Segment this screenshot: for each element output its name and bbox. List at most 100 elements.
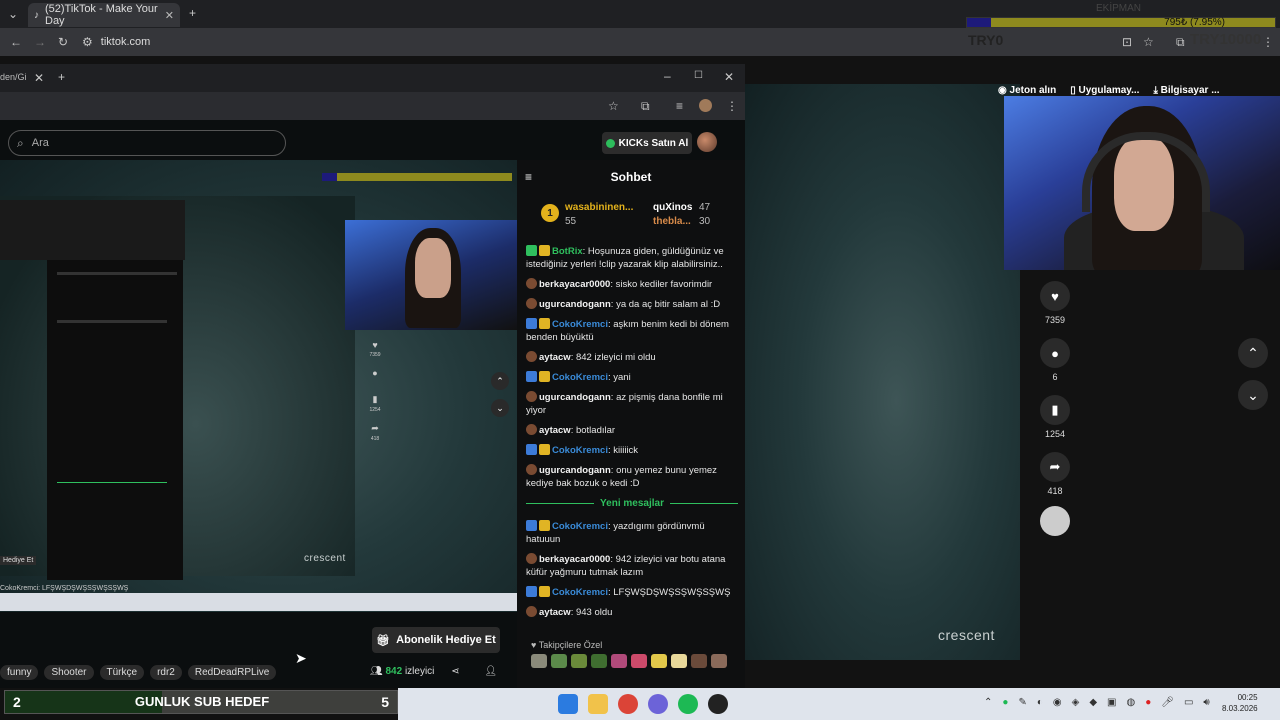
emote-icon[interactable] bbox=[711, 654, 727, 668]
tray-app-icon[interactable]: ◐ bbox=[1037, 697, 1043, 708]
save-button[interactable]: ▮ bbox=[1040, 395, 1070, 425]
emote-icon[interactable] bbox=[591, 654, 607, 668]
chat-message: CokoKremci: LFŞWŞDŞWŞSŞWŞSŞWŞ bbox=[526, 586, 738, 599]
chat-username[interactable]: CokoKremci bbox=[552, 587, 608, 598]
stream-tag[interactable]: RedDeadRPLive bbox=[187, 665, 277, 680]
emote-icon[interactable] bbox=[551, 654, 567, 668]
tray-app-icon[interactable]: ◍ bbox=[1126, 697, 1135, 708]
chat-username[interactable]: CokoKremci bbox=[552, 445, 608, 456]
tray-app-icon[interactable]: ● bbox=[1002, 697, 1008, 708]
taskbar-clock[interactable]: 00:25 8.03.2026 bbox=[1222, 692, 1258, 714]
second-place-user[interactable]: quXinos bbox=[653, 202, 692, 213]
emote-icon[interactable] bbox=[671, 654, 687, 668]
close-tab-icon[interactable]: ✕ bbox=[165, 9, 174, 22]
chat-username[interactable]: berkayacar0000 bbox=[539, 279, 610, 290]
chat-username[interactable]: aytacw bbox=[539, 607, 571, 618]
main-video[interactable] bbox=[745, 84, 1020, 660]
tray-app-icon[interactable]: ◆ bbox=[1089, 697, 1097, 708]
get-app-link[interactable]: ▯ Uygulamay... bbox=[1070, 85, 1139, 96]
inner-new-tab-icon[interactable]: + bbox=[58, 71, 65, 83]
get-coins-link[interactable]: ◉ Jeton alın bbox=[998, 85, 1056, 96]
pen-icon[interactable]: ✎ bbox=[1018, 697, 1026, 708]
address-field[interactable]: ⚙ tiktok.com bbox=[82, 32, 962, 52]
emote-icon[interactable] bbox=[631, 654, 647, 668]
file-explorer-icon[interactable] bbox=[588, 694, 608, 714]
tray-app-icon[interactable]: ▣ bbox=[1107, 697, 1116, 708]
emote-icon[interactable] bbox=[691, 654, 707, 668]
new-tab-icon[interactable]: + bbox=[189, 7, 196, 19]
start-icon[interactable] bbox=[558, 694, 578, 714]
pc-app-link[interactable]: ⤓ Bilgisayar ... bbox=[1153, 85, 1219, 96]
extensions-icon[interactable]: ⧉ bbox=[1176, 36, 1185, 48]
chat-username[interactable]: ugurcandogann bbox=[539, 465, 611, 476]
share-button[interactable]: ➦ bbox=[1040, 452, 1070, 482]
previous-video-button[interactable]: ⌃ bbox=[1238, 338, 1268, 368]
volume-icon[interactable]: 🔊︎ bbox=[1203, 697, 1209, 708]
chat-username[interactable]: BotRix bbox=[552, 246, 583, 257]
inner-media-icon[interactable]: ≡ bbox=[676, 100, 683, 112]
network-icon[interactable]: ▭ bbox=[1184, 697, 1193, 708]
chat-username[interactable]: CokoKremci bbox=[552, 521, 608, 532]
next-video-button[interactable]: ⌄ bbox=[1238, 380, 1268, 410]
subscriber-badge-icon bbox=[526, 298, 537, 309]
tab-list-icon[interactable]: ⌄ bbox=[8, 8, 18, 20]
comment-count: 6 bbox=[1052, 372, 1058, 382]
third-place-user[interactable]: thebla... bbox=[653, 216, 691, 227]
first-place-user[interactable]: wasabininen... bbox=[565, 202, 633, 213]
share-stream-icon[interactable]: ⋖ bbox=[451, 666, 459, 677]
comment-button[interactable]: ● bbox=[1040, 338, 1070, 368]
stream-tag[interactable]: Shooter bbox=[44, 665, 94, 680]
stream-tag[interactable]: Türkçe bbox=[99, 665, 145, 680]
emote-icon[interactable] bbox=[651, 654, 667, 668]
inner-extension-icon[interactable]: ⧉ bbox=[641, 100, 650, 112]
minimize-icon[interactable]: – bbox=[664, 70, 671, 82]
bookmark-star-icon[interactable]: ☆ bbox=[1143, 36, 1154, 48]
inner-menu-icon[interactable]: ⋮ bbox=[726, 100, 738, 112]
obs-icon[interactable] bbox=[708, 694, 728, 714]
inner-close-tab-icon[interactable]: ✕ bbox=[34, 72, 44, 84]
chat-username[interactable]: aytacw bbox=[539, 352, 571, 363]
chat-username[interactable]: ugurcandogann bbox=[539, 392, 611, 403]
follow-user-icon[interactable]: 👤︎ bbox=[484, 666, 497, 677]
emote-icon[interactable] bbox=[531, 654, 547, 668]
chat-username[interactable]: aytacw bbox=[539, 425, 571, 436]
chat-username[interactable]: ugurcandogann bbox=[539, 299, 611, 310]
emote-icon[interactable] bbox=[571, 654, 587, 668]
nested-share-count: 418 bbox=[370, 436, 380, 442]
subscriber-badge-icon bbox=[526, 606, 537, 617]
forward-icon[interactable]: → bbox=[34, 36, 46, 48]
save-count: 1254 bbox=[1044, 429, 1066, 439]
stream-tag[interactable]: rdr2 bbox=[150, 665, 182, 680]
kick-search-input[interactable]: ⌕ Ara bbox=[8, 130, 286, 156]
nested-bottom-message: CokoKremci: LFŞWŞDŞWŞSŞWŞSŞWŞ bbox=[0, 585, 129, 592]
crown-badge-icon bbox=[539, 318, 550, 329]
stream-tag[interactable]: funny bbox=[0, 665, 39, 680]
user-avatar[interactable] bbox=[697, 132, 717, 152]
inner-bookmark-icon[interactable]: ☆ bbox=[608, 100, 619, 112]
record-icon[interactable]: ● bbox=[1145, 697, 1151, 708]
maximize-icon[interactable]: ☐ bbox=[694, 71, 703, 81]
window-close-icon[interactable]: ✕ bbox=[724, 71, 734, 83]
chrome-icon[interactable] bbox=[618, 694, 638, 714]
site-info-icon[interactable]: ⚙ bbox=[82, 36, 93, 48]
chat-username[interactable]: CokoKremci bbox=[552, 319, 608, 330]
chat-username[interactable]: CokoKremci bbox=[552, 372, 608, 383]
show-hidden-icons-icon[interactable]: ⌃ bbox=[984, 697, 992, 708]
microphone-icon[interactable]: 🎤︎ bbox=[1161, 697, 1174, 708]
chat-username[interactable]: berkayacar0000 bbox=[539, 554, 610, 565]
menu-icon[interactable]: ⋮ bbox=[1262, 36, 1274, 48]
tray-app-icon[interactable]: ◈ bbox=[1072, 697, 1080, 708]
gift-subscription-button[interactable]: 🎁︎ Abonelik Hediye Et bbox=[372, 627, 500, 653]
music-disc-icon[interactable] bbox=[1040, 506, 1070, 536]
buy-kicks-button[interactable]: KICKs Satın Al bbox=[602, 132, 692, 154]
tray-app-icon[interactable]: ◉ bbox=[1053, 697, 1062, 708]
discord-icon[interactable] bbox=[648, 694, 668, 714]
install-app-icon[interactable]: ⊡ bbox=[1122, 36, 1132, 48]
emote-icon[interactable] bbox=[611, 654, 627, 668]
browser-tab[interactable]: ♪ (52)TikTok - Make Your Day ✕ bbox=[28, 3, 180, 27]
back-icon[interactable]: ← bbox=[10, 36, 22, 48]
like-button[interactable]: ♥ bbox=[1040, 281, 1070, 311]
inner-profile-avatar[interactable] bbox=[699, 99, 712, 112]
spotify-icon[interactable] bbox=[678, 694, 698, 714]
reload-icon[interactable]: ↻ bbox=[58, 36, 68, 48]
